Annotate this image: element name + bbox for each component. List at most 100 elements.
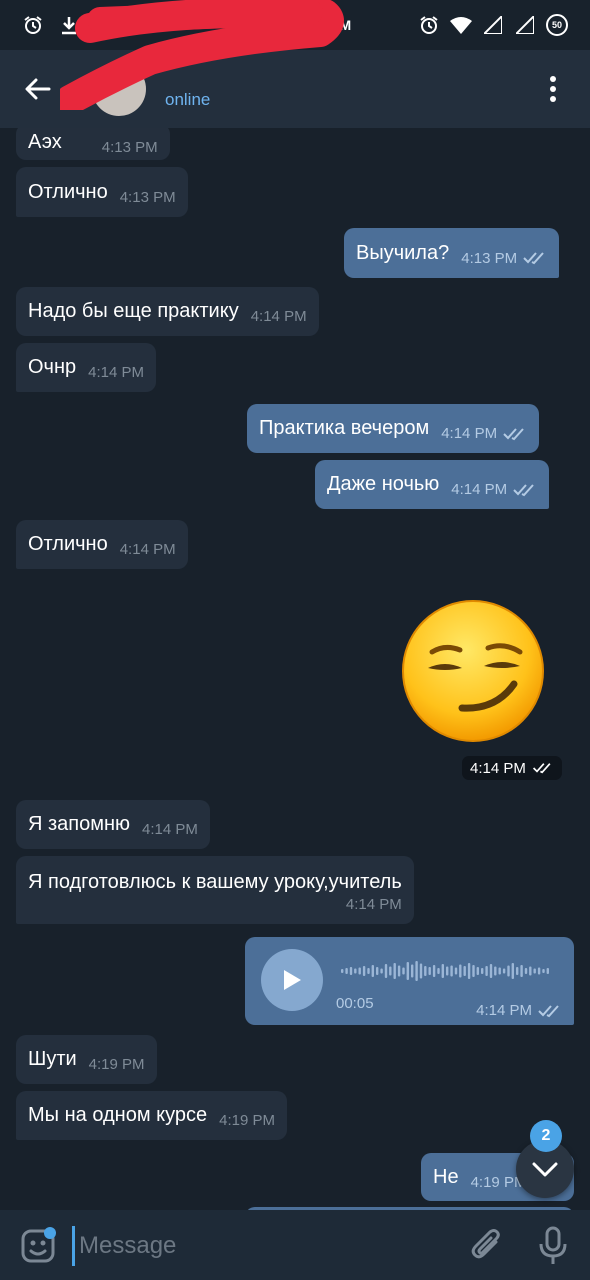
- message-time: 4:19 PM: [88, 1056, 145, 1073]
- waveform-bar: [354, 968, 357, 974]
- message-text: Надо бы еще практику: [28, 300, 239, 322]
- contact-name: [165, 62, 210, 88]
- arrow-left-icon: [25, 78, 51, 100]
- message-text: Мы на одном курсе: [28, 1104, 208, 1126]
- waveform-bar: [476, 967, 479, 975]
- waveform-bar: [485, 966, 488, 976]
- unread-count-badge: 2: [530, 1120, 562, 1152]
- message-time: 4:14 PM: [142, 821, 198, 838]
- play-button[interactable]: [261, 949, 323, 1011]
- contact-info[interactable]: online: [165, 62, 210, 110]
- signal-icon: [514, 14, 536, 36]
- waveform-bar: [502, 968, 506, 974]
- waveform-bar: [432, 965, 436, 977]
- waveform-bar: [371, 965, 374, 977]
- message-text: Отлично: [28, 533, 108, 555]
- waveform-bar: [542, 969, 545, 973]
- contact-status: online: [165, 90, 211, 109]
- waveform-bar: [533, 968, 536, 974]
- waveform-bar: [498, 967, 501, 975]
- message-text: Отлично: [28, 180, 108, 203]
- message-bubble[interactable]: Даже ночью 4:14 PM: [315, 460, 550, 509]
- message-text: Шути: [28, 1048, 77, 1070]
- waveform-bar: [424, 966, 427, 976]
- message-bubble[interactable]: Надо бы еще практику 4:14 PM: [16, 287, 319, 336]
- message-bubble[interactable]: Шути 4:19 PM: [16, 1035, 157, 1084]
- waveform-bar: [446, 966, 449, 976]
- message-bubble[interactable]: Отлично 4:14 PM: [16, 520, 188, 569]
- message-bubble[interactable]: Выучила? 4:13 PM: [344, 228, 560, 278]
- status-date: Sat 19: [238, 17, 281, 33]
- message-time: 4:14 PM: [476, 1002, 532, 1019]
- message-bubble[interactable]: Аэх 4:13 PM: [16, 128, 170, 160]
- sticker-time-badge: 4:14 PM: [462, 756, 562, 780]
- waveform-bar: [459, 964, 462, 978]
- waveform-bar: [481, 968, 484, 974]
- waveform-bar: [489, 964, 493, 978]
- waveform-bar: [516, 967, 519, 975]
- back-button[interactable]: [0, 50, 76, 128]
- message-text: Не: [433, 1165, 459, 1188]
- message-text: Я подготовлюсь к вашему уроку,учитель: [28, 871, 402, 893]
- alarm-icon: [22, 14, 44, 36]
- waveform-bar: [380, 968, 383, 974]
- message-text: Даже ночью: [327, 473, 440, 495]
- waveform-bar: [349, 967, 353, 975]
- avatar[interactable]: [92, 62, 146, 116]
- waveform-bar: [419, 963, 423, 979]
- waveform-bar: [397, 965, 401, 977]
- waveform-bar: [546, 968, 549, 974]
- message-bubble[interactable]: Мы на одном курсе 4:19 PM: [16, 1091, 288, 1140]
- waveform-bar: [507, 965, 510, 977]
- more-menu-button[interactable]: [536, 72, 570, 106]
- waveform-bar: [411, 964, 414, 978]
- waveform-bar: [402, 967, 405, 975]
- waveform-bar: [537, 967, 541, 975]
- message-input-bar: [0, 1210, 590, 1280]
- play-icon: [284, 970, 301, 990]
- waveform-bar: [389, 966, 392, 976]
- voice-duration: 00:05: [336, 995, 374, 1012]
- paperclip-icon[interactable]: [470, 1228, 506, 1264]
- message-time: 4:14 PM: [451, 481, 508, 498]
- message-bubble[interactable]: Отлично 4:13 PM: [16, 167, 188, 217]
- message-text: Практика вечером: [259, 417, 430, 439]
- smirking-face-sticker[interactable]: [400, 598, 546, 744]
- waveform-bar: [467, 963, 471, 979]
- message-time: 4:19 PM: [219, 1112, 276, 1129]
- new-sticker-dot: [44, 1227, 56, 1239]
- message-bubble[interactable]: Очнр 4:14 PM: [16, 343, 157, 392]
- status-bar: Sat 19 4:38 PM 50: [0, 0, 590, 50]
- waveform-bar: [529, 966, 532, 976]
- waveform-bar: [450, 965, 453, 977]
- microphone-icon[interactable]: [536, 1226, 570, 1266]
- waveform-bar: [384, 964, 388, 978]
- waveform-bar: [494, 966, 497, 976]
- message-input[interactable]: [72, 1226, 452, 1266]
- waveform-bar: [454, 967, 458, 975]
- message-bubble[interactable]: Практика вечером 4:14 PM: [247, 404, 540, 453]
- message-list[interactable]: Аэх 4:13 PM Отлично 4:13 PM Выучила? 4:1…: [0, 128, 590, 1210]
- double-check-icon: [503, 427, 527, 441]
- message-text: Я запомню: [28, 813, 131, 835]
- voice-waveform[interactable]: [341, 959, 551, 983]
- waveform-bar: [511, 963, 514, 979]
- waveform-bar: [406, 962, 409, 980]
- youtube-icon: [94, 14, 116, 36]
- message-bubble[interactable]: Я запомню 4:14 PM: [16, 800, 210, 849]
- message-time: 4:13 PM: [119, 188, 176, 206]
- message-bubble[interactable]: Я подготовлюсь к вашему уроку,учитель 4:…: [16, 856, 414, 924]
- waveform-bar: [367, 968, 370, 974]
- waveform-bar: [524, 968, 528, 974]
- message-text: Выучила?: [356, 241, 450, 264]
- double-check-icon: [532, 763, 551, 774]
- message-time: 4:14 PM: [119, 541, 176, 558]
- wifi-icon: [450, 14, 472, 36]
- download-icon: [58, 14, 80, 36]
- waveform-bar: [441, 964, 444, 978]
- waveform-bar: [362, 966, 366, 976]
- alarm-icon: [418, 14, 440, 36]
- voice-message-bubble[interactable]: 00:05 4:14 PM: [245, 937, 574, 1025]
- waveform-bar: [520, 965, 523, 977]
- message-time: 4:14 PM: [88, 364, 145, 381]
